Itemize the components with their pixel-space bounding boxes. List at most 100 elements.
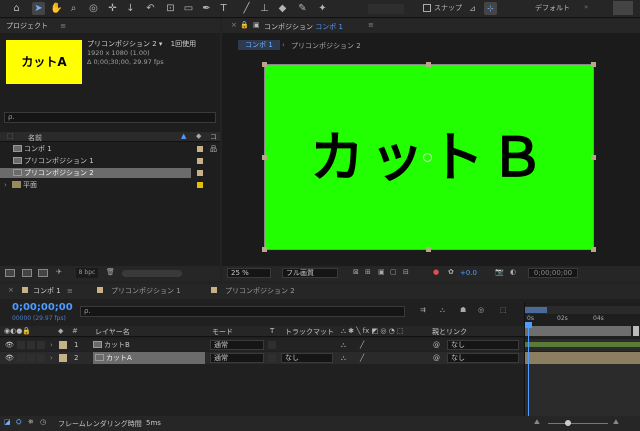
new-folder-icon[interactable] [22,269,32,277]
fast-preview-icon[interactable]: ⊠ [353,268,359,276]
composition-frame[interactable]: カットＢ [262,62,596,252]
hand-tool-icon[interactable]: ✋ [50,2,63,15]
expand-arrow-icon[interactable]: › [50,352,53,364]
transfer-controls-toggle-icon[interactable]: ⛭ [16,418,22,427]
current-time-display[interactable]: 0;00;00;00 [12,302,73,313]
pick-whip-icon[interactable]: @ [433,352,440,364]
draft-3d-icon[interactable]: ⛬ [440,306,445,315]
preserve-transparency-toggle[interactable] [268,354,276,362]
lock-icon[interactable]: 🔒 [240,21,249,29]
folder-expand-icon[interactable]: › [4,181,7,189]
bounding-handle[interactable] [262,247,267,252]
tab-precomp1[interactable]: プリコンポジション 1 [111,286,181,297]
breadcrumb-comp1[interactable]: コンポ 1 [238,40,280,50]
track-matte-select[interactable]: なし [281,353,333,363]
audio-toggle[interactable] [17,354,25,362]
quality-switch-icon[interactable]: ╱ [360,339,364,351]
zoom-out-icon[interactable]: ⛰ [534,418,540,427]
snap-option-icon[interactable]: ⊿ [466,2,479,15]
thumbnail-scroll[interactable] [122,270,182,277]
panel-menu-icon[interactable]: ≡ [368,21,374,29]
viewer-timecode[interactable]: 0;00;00;00 [528,268,578,278]
bpc-button[interactable]: 8 bpc [76,268,98,278]
visibility-eye-icon[interactable]: 👁 [5,352,14,364]
work-area-bar[interactable] [525,306,640,314]
blend-mode-select[interactable]: 通常 [210,340,264,350]
track-matte-header[interactable]: トラックマット [285,327,334,337]
layer-row-1[interactable]: 👁 › 1 カットB 通常 ⛬ ╱ @ なし [0,339,524,351]
color-channels-icon[interactable]: ● [433,268,439,276]
selected-item-name[interactable]: プリコンポジション 2 ▾ [87,40,162,48]
resolution-select[interactable]: フル画質 [282,268,338,278]
render-time-toggle-icon[interactable]: ◷ [40,418,46,426]
parent-select[interactable]: なし [447,340,519,350]
mode-header[interactable]: モード [212,327,233,337]
snap-checkbox[interactable] [423,4,431,12]
label-color-swatch[interactable] [197,146,203,152]
selection-tool-icon[interactable]: ➤ [32,2,45,15]
panel-menu-icon[interactable]: ≡ [60,22,66,30]
pen-tool-icon[interactable]: ✒ [200,2,213,15]
collapse-switch-icon[interactable]: ⛬ [341,339,346,351]
project-item-solids-folder[interactable]: › 平面 [0,180,220,190]
project-item-precomp1[interactable]: プリコンポジション 1 [0,156,220,166]
flowchart-icon[interactable]: 品 [210,144,217,154]
playhead-handle[interactable] [525,322,532,328]
viewer-tab-title[interactable]: コンポジション コンポ 1 [264,22,343,32]
project-search-input[interactable]: ρ. [4,112,216,123]
workspace-more-icon[interactable]: » [584,3,588,11]
transparency-grid-icon[interactable]: ⊞ [365,268,371,276]
zoom-slider-thumb[interactable] [565,420,571,426]
work-area-range[interactable] [525,307,547,313]
home-icon[interactable]: ⌂ [10,2,23,15]
brush-tool-icon[interactable]: ╱ [240,2,253,15]
layer-row-2[interactable]: 👁 › 2 カットA 通常 なし ⛬ ╱ @ なし [0,352,524,364]
zoom-in-icon[interactable]: ⛰ [613,418,619,427]
show-snapshot-icon[interactable]: ◐ [510,268,516,276]
breadcrumb-precomp2[interactable]: プリコンポジション 2 [291,41,361,51]
layer-name[interactable]: カットB [93,339,130,351]
snapshot-camera-icon[interactable]: 📷 [495,268,504,276]
layer-name[interactable]: カットA [93,352,205,364]
trash-icon[interactable]: 🗑 [106,268,115,276]
bounding-handle[interactable] [591,62,596,67]
region-of-interest-icon[interactable]: ▢ [390,268,397,276]
preserve-transparency-toggle[interactable] [268,341,276,349]
snap-target-icon[interactable]: ⊹ [484,2,497,15]
workspace-menu-icon[interactable] [613,1,633,15]
comp-end-marker[interactable] [633,326,639,336]
zoom-select[interactable]: 25 % [227,268,271,278]
label-color-swatch[interactable] [197,182,203,188]
new-comp-icon[interactable] [38,269,48,277]
in-out-toggle-icon[interactable]: ⛯ [28,418,34,427]
stamp-tool-icon[interactable]: ⊥ [258,2,271,15]
comp-duration-bar[interactable] [525,326,631,336]
shy-layers-icon[interactable]: ☗ [460,306,466,314]
close-icon[interactable]: × [231,21,237,29]
color-management-icon[interactable]: ✿ [448,268,454,276]
layer-2-duration-bar[interactable] [525,352,640,364]
mask-visibility-icon[interactable]: ▣ [378,268,385,276]
pan-camera-icon[interactable]: ✛ [106,2,119,15]
bounding-handle[interactable] [426,62,431,67]
exposure-value[interactable]: +0.0 [460,269,477,277]
motion-blur-icon[interactable]: ◎ [478,306,484,314]
bounding-handle[interactable] [262,155,267,160]
close-icon[interactable]: × [8,286,14,294]
composition-nav-icon[interactable]: ⇉ [420,306,426,314]
timeline-zoom-slider[interactable] [548,423,608,424]
workspace-label[interactable]: デフォルト [535,3,570,13]
audio-toggle[interactable] [17,341,25,349]
solo-toggle[interactable] [27,354,35,362]
pick-whip-icon[interactable]: @ [433,339,440,351]
project-item-comp1[interactable]: コンポ 1 品 [0,144,220,154]
name-column-header[interactable]: 名前 [28,133,42,143]
project-item-precomp2-selected[interactable]: プリコンポジション 2 [0,168,191,178]
eraser-tool-icon[interactable]: ◆ [276,2,289,15]
rotate-tool-icon[interactable]: ↶ [144,2,157,15]
lock-toggle[interactable] [37,341,45,349]
layer-label-color[interactable] [59,354,67,362]
layer-label-color[interactable] [59,341,67,349]
tab-precomp2[interactable]: プリコンポジション 2 [225,286,295,297]
puppet-tool-icon[interactable]: ✦ [316,2,329,15]
